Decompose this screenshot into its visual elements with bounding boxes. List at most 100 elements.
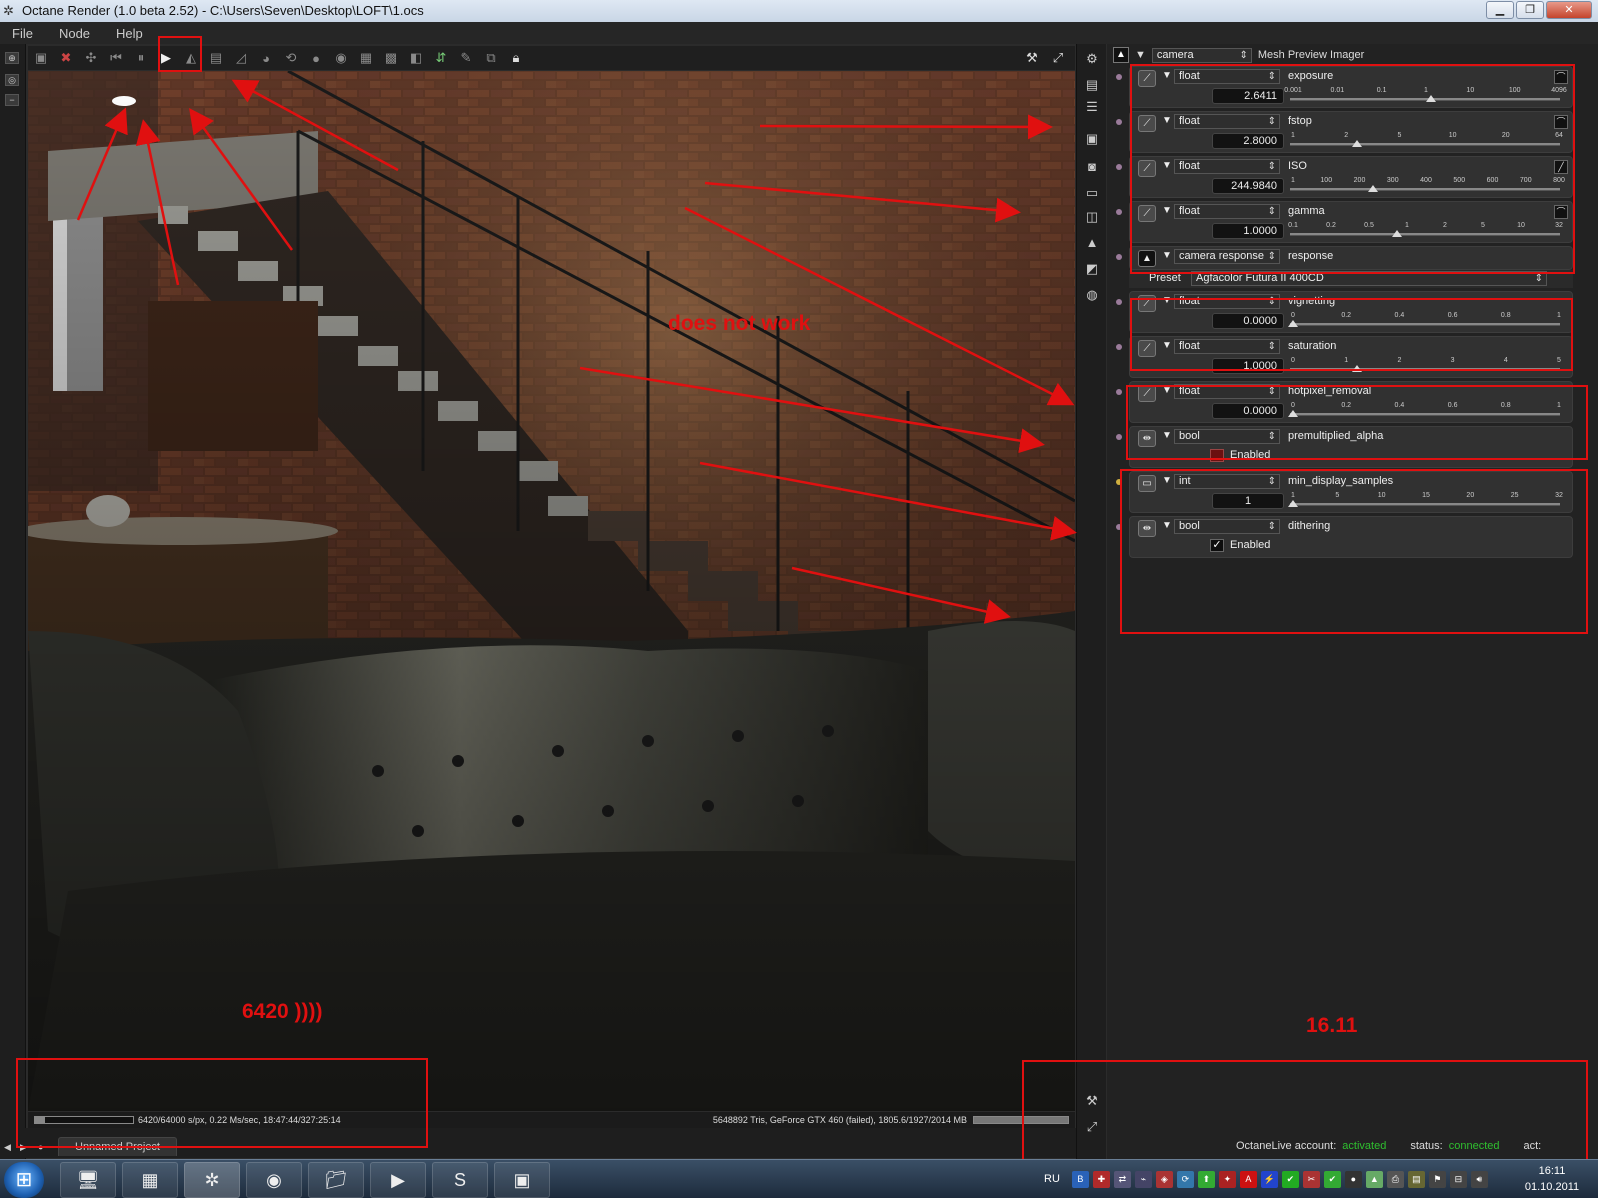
tab-scroll-right-icon[interactable]: ▶ xyxy=(20,1142,27,1153)
film-icon[interactable]: ▭ xyxy=(1083,184,1101,202)
menu-help[interactable]: Help xyxy=(116,26,143,41)
sphere-icon[interactable]: ● xyxy=(307,49,325,67)
export-icon[interactable]: ⇵ xyxy=(432,49,450,67)
tool-icon[interactable]: ✎ xyxy=(457,49,475,67)
float-node-icon[interactable]: ⟋ xyxy=(1138,385,1156,402)
language-indicator[interactable]: RU xyxy=(1044,1173,1060,1185)
curve-icon[interactable]: ⌒ xyxy=(1554,205,1568,219)
pin-dot[interactable] xyxy=(1116,254,1122,260)
clear-render-icon[interactable]: ✖ xyxy=(57,49,75,67)
maximize-button[interactable]: ❐ xyxy=(1516,1,1544,19)
value-slider[interactable]: 0 0.2 0.4 0.6 0.8 1 xyxy=(1288,402,1562,420)
kernel-icon[interactable]: ◫ xyxy=(1083,208,1101,226)
tray-doc-icon[interactable]: ▤ xyxy=(1407,1170,1425,1188)
tray-ok-icon[interactable]: ✔ xyxy=(1323,1170,1341,1188)
enabled-checkbox[interactable] xyxy=(1210,449,1224,462)
camera-target-icon[interactable]: ⟲ xyxy=(282,49,300,67)
float-node-icon[interactable]: ⟋ xyxy=(1138,160,1156,177)
taskbar-app-image-viewer-icon[interactable]: ▣ xyxy=(494,1162,550,1198)
value-slider[interactable]: 1 5 10 15 20 25 32 xyxy=(1288,492,1563,510)
type-select[interactable]: float xyxy=(1174,69,1280,84)
type-select[interactable]: float xyxy=(1174,294,1280,309)
start-button[interactable]: ⊞ xyxy=(4,1162,44,1198)
image-icon[interactable]: ▣ xyxy=(1083,130,1101,148)
taskbar-app-octane-icon[interactable]: ✲ xyxy=(184,1162,240,1198)
slider-knob[interactable] xyxy=(1426,95,1437,102)
pin-dot[interactable] xyxy=(1116,434,1122,440)
collapse-icon[interactable]: ▼ xyxy=(1135,49,1146,61)
pin-dot[interactable] xyxy=(1116,389,1122,395)
split-icon[interactable]: ◧ xyxy=(407,49,425,67)
taskbar-app-skype-icon[interactable]: S xyxy=(432,1162,488,1198)
tray-antivirus-icon[interactable]: ✚ xyxy=(1092,1170,1110,1188)
tray-nvidia-icon[interactable]: ✦ xyxy=(1218,1170,1236,1188)
taskbar-app-explorer-icon[interactable]: 📁︎ xyxy=(308,1162,364,1198)
fullscreen-icon[interactable]: ⤢ xyxy=(1049,49,1067,67)
value-field[interactable]: 1 xyxy=(1212,493,1284,509)
material-icon[interactable]: ◍ xyxy=(1083,286,1101,304)
pause-icon[interactable]: ⏸ xyxy=(132,49,150,67)
taskbar-app-media-icon[interactable]: ▶ xyxy=(370,1162,426,1198)
environment-icon[interactable]: ▲ xyxy=(1083,234,1101,252)
type-select[interactable]: bool xyxy=(1174,519,1280,534)
taskbar-app-calculator-icon[interactable]: ▦ xyxy=(122,1162,178,1198)
tray-graph-icon[interactable]: ▲ xyxy=(1365,1170,1383,1188)
focus-picker-icon[interactable]: ◭ xyxy=(182,49,200,67)
camera-settings-icon[interactable]: ⚙ xyxy=(1083,50,1101,68)
float-node-icon[interactable]: ⟋ xyxy=(1138,340,1156,357)
type-select[interactable]: bool xyxy=(1174,429,1280,444)
float-node-icon[interactable]: ⟋ xyxy=(1138,205,1156,222)
tray-printer-icon[interactable]: ⎙ xyxy=(1386,1170,1404,1188)
taskbar-clock[interactable]: 16:11 01.10.2011 xyxy=(1512,1163,1592,1195)
tray-network-icon[interactable]: ⇄ xyxy=(1113,1170,1131,1188)
collapse-icon[interactable]: ▼ xyxy=(1162,340,1172,351)
render-viewport[interactable] xyxy=(28,71,1075,1111)
tray-tool-icon[interactable]: ✂ xyxy=(1302,1170,1320,1188)
collapse-icon[interactable]: ▼ xyxy=(1162,430,1172,441)
type-select[interactable]: float xyxy=(1174,114,1280,129)
enabled-checkbox[interactable]: ✓ xyxy=(1210,539,1224,552)
taskbar-app-monitor-icon[interactable]: 🖥︎ xyxy=(60,1162,116,1198)
tray-shield-icon[interactable]: ◈ xyxy=(1155,1170,1173,1188)
menu-file[interactable]: File xyxy=(12,26,33,41)
checker-icon[interactable]: ▩ xyxy=(382,49,400,67)
expand-icon[interactable]: ⤢ xyxy=(1083,1118,1101,1136)
slider-knob[interactable] xyxy=(1288,410,1298,417)
pin-dot[interactable] xyxy=(1116,164,1122,170)
type-select[interactable]: float xyxy=(1174,159,1280,174)
collapse-icon[interactable]: ▼ xyxy=(1162,205,1172,216)
tray-flag-icon[interactable]: ⚑ xyxy=(1428,1170,1446,1188)
pin-dot[interactable] xyxy=(1116,524,1122,530)
pin-dot[interactable] xyxy=(1116,479,1122,485)
value-slider[interactable]: 0 0.2 0.4 0.6 0.8 1 xyxy=(1288,312,1562,330)
value-field[interactable]: 1.0000 xyxy=(1212,223,1284,239)
slider-knob[interactable] xyxy=(1391,230,1402,237)
value-slider[interactable]: 1 100 200 300 400 500 600 700 800 xyxy=(1290,177,1565,195)
type-select[interactable]: camera response xyxy=(1174,249,1280,264)
node-image-icon[interactable]: ▲ xyxy=(1113,47,1129,63)
tab-unnamed-project[interactable]: Unnamed Project xyxy=(58,1137,177,1156)
value-field[interactable]: 1.0000 xyxy=(1212,358,1284,374)
restart-icon[interactable]: ⏮ xyxy=(107,49,125,67)
lock-icon[interactable]: 🔒︎ xyxy=(507,49,525,67)
slider-knob[interactable] xyxy=(1351,365,1362,372)
collapse-icon[interactable]: ▼ xyxy=(1162,475,1172,486)
collapse-icon[interactable]: ▼ xyxy=(1162,520,1172,531)
node-type-select[interactable]: camera xyxy=(1151,47,1252,63)
taskbar-app-chrome-icon[interactable]: ◉ xyxy=(246,1162,302,1198)
close-button[interactable]: ✕ xyxy=(1546,1,1592,19)
camera-icon[interactable]: ◙ xyxy=(1083,158,1101,176)
value-slider[interactable]: 0.001 0.01 0.1 1 10 100 4096 xyxy=(1284,87,1567,105)
type-select[interactable]: float xyxy=(1174,384,1280,399)
pin-dot[interactable] xyxy=(1116,299,1122,305)
dock-collapse-icon[interactable]: − xyxy=(5,94,19,106)
wrench-icon[interactable]: ⚒ xyxy=(1023,49,1041,67)
layers-icon[interactable]: ▤ xyxy=(1083,76,1101,94)
float-node-icon[interactable]: ⟋ xyxy=(1138,295,1156,312)
collapse-icon[interactable]: ▼ xyxy=(1162,295,1172,306)
tray-usb-icon[interactable]: ⌁ xyxy=(1134,1170,1152,1188)
camera-response-icon[interactable]: ▲ xyxy=(1138,250,1156,267)
tray-check-icon[interactable]: ✔ xyxy=(1281,1170,1299,1188)
layer-icon[interactable]: ⧉ xyxy=(482,49,500,67)
bool-node-icon[interactable]: ⇹ xyxy=(1138,430,1156,447)
